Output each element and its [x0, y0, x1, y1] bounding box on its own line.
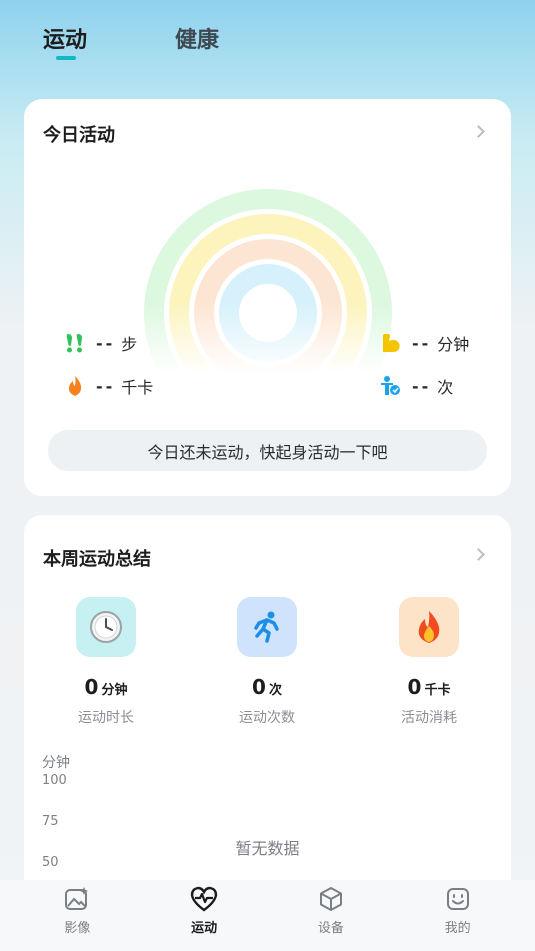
summary-calories-value: 0 — [407, 675, 422, 699]
no-activity-message: 今日还未运动，快起身活动一下吧 — [48, 430, 487, 471]
nav-item-images[interactable]: 影像 — [22, 886, 132, 951]
image-icon — [65, 887, 89, 910]
chevron-right-icon[interactable] — [472, 125, 485, 138]
flame-icon — [68, 376, 82, 396]
steps-unit: 步 — [121, 335, 138, 354]
weekly-summary-card[interactable]: 本周运动总结 0 分钟 运动时长 0次 运动次数 0 千卡 活动消耗 分钟 10… — [24, 515, 511, 915]
calories-stat: -- 千卡 — [64, 374, 153, 398]
summary-count-unit: 次 — [268, 683, 282, 698]
summary-duration: 0 分钟 运动时长 — [46, 597, 166, 727]
running-icon — [237, 597, 297, 657]
duration-unit: 分钟 — [437, 335, 470, 354]
nav-label: 影像 — [64, 921, 91, 936]
top-tabs: 运动 健康 — [43, 22, 219, 60]
nav-item-devices[interactable]: 设备 — [276, 886, 386, 951]
calories-value: -- — [96, 376, 116, 396]
clock-icon — [76, 597, 136, 657]
weekly-summary-title: 本周运动总结 — [43, 549, 151, 570]
chart-unit-label: 分钟 — [42, 755, 70, 771]
nav-item-me[interactable]: 我的 — [403, 886, 513, 951]
activity-rings — [138, 189, 398, 373]
today-activity-card[interactable]: 今日活动 -- 步 -- 分钟 -- 千卡 -- 次 今日还未运动，快起身活动一… — [24, 99, 511, 496]
summary-count-label: 运动次数 — [239, 710, 295, 726]
chevron-right-icon[interactable] — [472, 548, 485, 561]
standing-person-icon — [381, 376, 400, 395]
duration-value: -- — [412, 333, 432, 353]
count-stat: -- 次 — [380, 374, 453, 398]
flexed-arm-icon — [383, 334, 400, 352]
bottom-nav: 影像 运动 设备 我的 — [0, 880, 535, 951]
nav-label: 我的 — [444, 921, 471, 936]
summary-calories-unit: 千卡 — [424, 683, 451, 698]
fire-icon — [399, 597, 459, 657]
summary-calories-label: 活动消耗 — [401, 710, 457, 726]
nav-label: 设备 — [317, 921, 344, 936]
summary-duration-label: 运动时长 — [78, 710, 134, 726]
summary-count: 0次 运动次数 — [207, 597, 327, 727]
summary-duration-unit: 分钟 — [101, 683, 128, 698]
footprints-icon — [66, 334, 82, 353]
summary-calories: 0 千卡 活动消耗 — [369, 597, 489, 727]
heart-pulse-icon — [190, 886, 218, 912]
summary-duration-value: 0 — [84, 675, 99, 699]
steps-value: -- — [96, 333, 116, 353]
summary-count-value: 0 — [252, 675, 266, 699]
cube-icon — [319, 887, 342, 911]
y-tick-label: 100 — [42, 773, 67, 788]
calories-unit: 千卡 — [121, 378, 154, 397]
no-data-text: 暂无数据 — [235, 839, 300, 858]
nav-label: 运动 — [191, 921, 218, 936]
steps-stat: -- 步 — [64, 331, 137, 355]
smile-face-icon — [446, 888, 469, 910]
count-value: -- — [412, 376, 432, 396]
tab-sport[interactable]: 运动 — [43, 22, 87, 60]
today-activity-title: 今日活动 — [43, 125, 115, 146]
nav-item-sport[interactable]: 运动 — [149, 886, 259, 951]
duration-stat: -- 分钟 — [380, 331, 469, 355]
y-tick-label: 75 — [42, 814, 59, 829]
count-unit: 次 — [437, 378, 454, 397]
tab-health[interactable]: 健康 — [175, 22, 219, 54]
